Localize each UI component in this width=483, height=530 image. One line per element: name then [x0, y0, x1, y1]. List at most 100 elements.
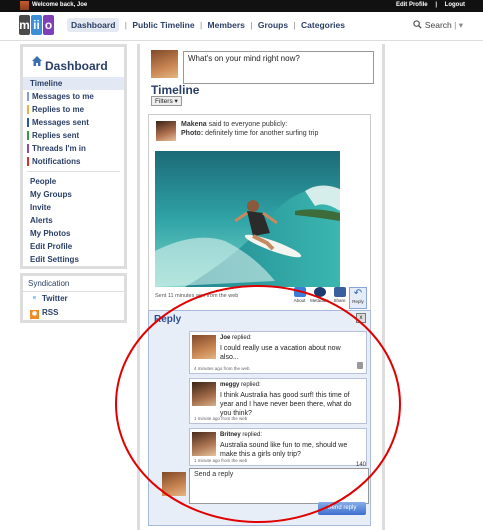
- nav-dashboard[interactable]: Dashboard: [67, 18, 120, 32]
- welcome-text: Welcome back, Joe: [32, 2, 88, 8]
- send-reply-button[interactable]: Send reply: [318, 502, 366, 515]
- sidebar-item-label: Notifications: [32, 157, 81, 166]
- reply-item: meggy replied: I think Australia has goo…: [189, 378, 367, 424]
- nav-separator: |: [124, 20, 127, 30]
- reply-avatar[interactable]: [192, 382, 216, 406]
- reply-avatar[interactable]: [192, 432, 216, 456]
- share-icon: [333, 287, 346, 297]
- sidebar-item-timeline[interactable]: Timeline: [23, 77, 124, 90]
- nav-groups[interactable]: Groups: [258, 20, 288, 30]
- color-bar: [27, 118, 29, 127]
- header: m ii o Dashboard | Public Timeline | Mem…: [0, 12, 483, 41]
- surfing-photo: [155, 151, 340, 287]
- reply-author-line: Britney replied:: [220, 432, 262, 438]
- sidebar-divider: [27, 171, 120, 172]
- post-said: said to everyone publicly:: [208, 121, 288, 128]
- photo-caption: definitely time for another surfing trip: [205, 130, 319, 137]
- reply-input[interactable]: Send a reply: [189, 468, 369, 504]
- sidebar-item-people[interactable]: People: [23, 175, 124, 188]
- trash-icon[interactable]: [357, 362, 363, 369]
- sidebar-item-my-groups[interactable]: My Groups: [23, 188, 124, 201]
- status-input[interactable]: What's on your mind right now?: [183, 51, 374, 84]
- syndication-box: Syndication ᵉ Twitter ◉ RSS: [20, 273, 127, 323]
- reply-verb: replied:: [242, 432, 263, 438]
- metadata-icon: [313, 287, 326, 297]
- nav-separator: |: [250, 20, 253, 30]
- sidebar-item-edit-profile[interactable]: Edit Profile: [23, 240, 124, 253]
- rss-label: RSS: [42, 308, 59, 317]
- search-button[interactable]: Search | ▾: [413, 20, 463, 31]
- user-avatar[interactable]: [20, 1, 29, 10]
- composer-avatar: [151, 50, 178, 78]
- reply-author[interactable]: Joe: [220, 335, 230, 341]
- reply-panel: Reply x Joe replied: I could really use …: [148, 310, 371, 526]
- reply-avatar[interactable]: [192, 335, 216, 359]
- logo-letter: m: [19, 15, 30, 35]
- reply-author[interactable]: Britney: [220, 432, 241, 438]
- reply-panel-title: Reply: [154, 314, 182, 325]
- author-name[interactable]: Makena: [181, 121, 207, 128]
- reply-button[interactable]: ↶ Reply: [349, 287, 367, 309]
- sidebar-item-label: Threads I'm in: [32, 144, 86, 153]
- main-column: What's on your mind right now? Timeline …: [137, 44, 385, 530]
- sidebar-item-label: Replies to me: [32, 105, 85, 114]
- twitter-label: Twitter: [42, 294, 68, 303]
- reply-item: Joe replied: I could really use a vacati…: [189, 331, 367, 374]
- sidebar-item-label: Replies sent: [32, 131, 80, 140]
- close-icon[interactable]: x: [356, 313, 366, 323]
- sidebar-item-invite[interactable]: Invite: [23, 201, 124, 214]
- sidebar-item-alerts[interactable]: Alerts: [23, 214, 124, 227]
- sidebar-title: Dashboard: [45, 59, 108, 73]
- twitter-icon: ᵉ: [32, 294, 36, 303]
- sidebar-item-replies-sent[interactable]: Replies sent: [23, 129, 124, 142]
- search-dropdown-icon[interactable]: | ▾: [454, 20, 463, 30]
- color-bar: [27, 105, 29, 114]
- metadata-button[interactable]: Metadata: [310, 287, 329, 309]
- sidebar-item-messages-sent[interactable]: Messages sent: [23, 116, 124, 129]
- color-bar: [27, 92, 29, 101]
- edit-profile-link[interactable]: Edit Profile: [396, 2, 428, 8]
- post-actions: About Metadata Share ↶ Reply: [289, 287, 367, 309]
- nav-separator: |: [199, 20, 203, 30]
- post-caption-line: Photo: definitely time for another surfi…: [181, 130, 318, 137]
- sidebar-item-my-photos[interactable]: My Photos: [23, 227, 124, 240]
- sidebar-item-replies-to-me[interactable]: Replies to me: [23, 103, 124, 116]
- rss-link[interactable]: ◉ RSS: [23, 306, 124, 320]
- reply-item: Britney replied: Australia sound like fu…: [189, 428, 367, 466]
- sidebar-item-label: Messages sent: [32, 118, 89, 127]
- sidebar-item-edit-settings[interactable]: Edit Settings: [23, 253, 124, 266]
- nav-categories[interactable]: Categories: [301, 20, 345, 30]
- timeline-title: Timeline: [151, 83, 200, 97]
- reply-arrow-icon: ↶: [353, 288, 363, 299]
- reply-verb: replied:: [241, 382, 261, 388]
- author-avatar[interactable]: [156, 121, 176, 141]
- reply-verb: replied:: [232, 335, 252, 341]
- post-meta: Sent 11 minutes ago from the web: [155, 293, 239, 299]
- metadata-label: Metadata: [310, 298, 329, 303]
- filters-dropdown[interactable]: Filters ▾: [151, 96, 182, 106]
- nav-public-timeline[interactable]: Public Timeline: [132, 20, 194, 30]
- reply-meta: 1 minute ago from the web: [194, 458, 248, 463]
- reply-author[interactable]: meggy: [220, 382, 239, 388]
- miio-logo[interactable]: m ii o: [19, 15, 55, 35]
- sidebar-item-messages-to-me[interactable]: Messages to me: [23, 90, 124, 103]
- about-button[interactable]: About: [290, 287, 309, 309]
- sidebar-item-notifications[interactable]: Notifications: [23, 155, 124, 168]
- post-header: Makena said to everyone publicly:: [181, 121, 287, 128]
- post-photo[interactable]: [155, 151, 340, 287]
- about-icon: [293, 287, 306, 297]
- color-bar: [27, 131, 29, 140]
- reply-author-line: Joe replied:: [220, 335, 252, 341]
- reply-meta: 1 minute ago from the web: [194, 416, 248, 421]
- logout-link[interactable]: Logout: [445, 2, 465, 8]
- share-button[interactable]: Share: [330, 287, 349, 309]
- rss-icon: ◉: [30, 310, 39, 319]
- nav-members[interactable]: Members: [208, 20, 245, 30]
- sidebar-item-threads[interactable]: Threads I'm in: [23, 142, 124, 155]
- sidebar-header[interactable]: Dashboard: [23, 47, 124, 77]
- reply-text: Australia sound like fun to me, should w…: [220, 442, 348, 458]
- twitter-link[interactable]: ᵉ Twitter: [23, 292, 124, 306]
- reply-text: I could really use a vacation about now …: [220, 345, 341, 361]
- sidebar: Dashboard Timeline Messages to me Replie…: [20, 44, 127, 269]
- search-label: Search: [424, 20, 452, 30]
